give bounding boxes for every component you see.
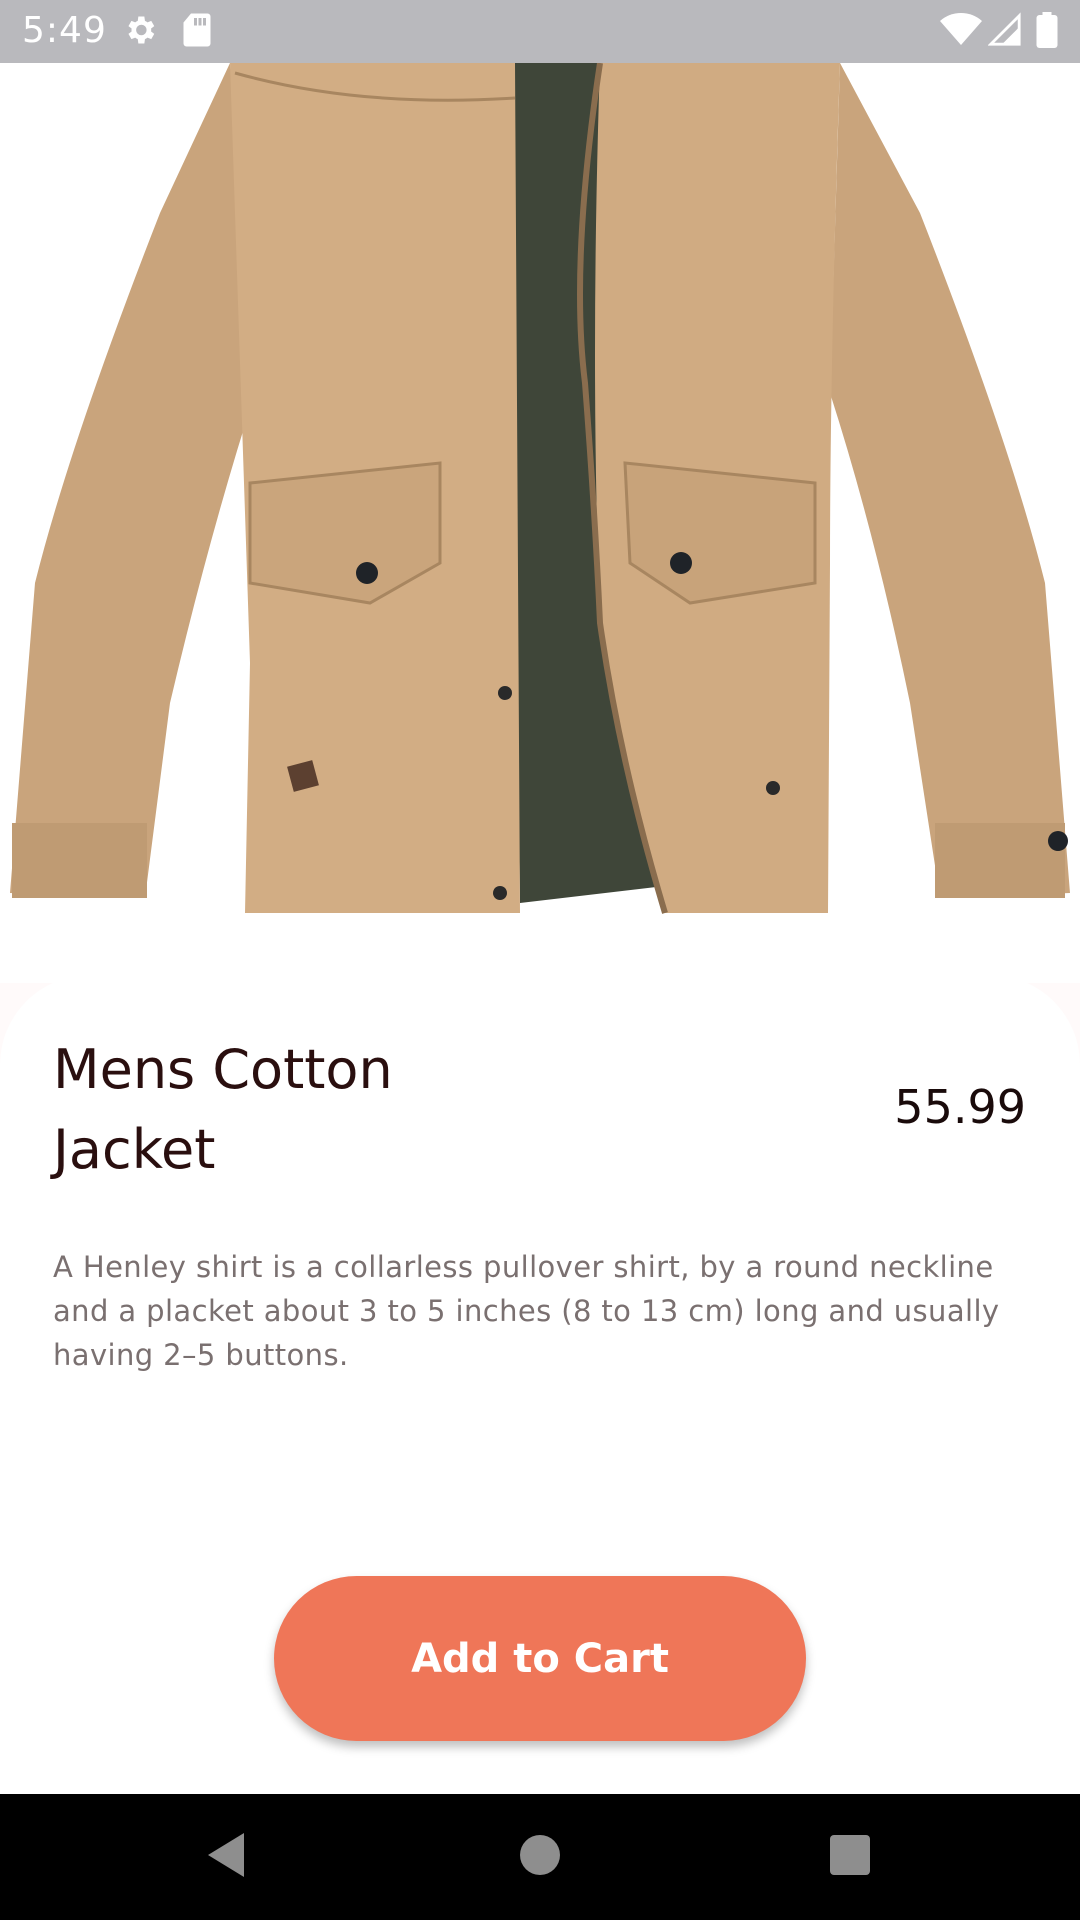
product-description: A Henley shirt is a collarless pullover …: [53, 1250, 1000, 1372]
jacket-illustration: [10, 63, 1070, 914]
settings-icon: [122, 12, 158, 53]
home-button[interactable]: [480, 1794, 600, 1920]
back-button[interactable]: [166, 1794, 286, 1920]
sd-card-icon: [182, 12, 212, 53]
status-bar: 5:49: [0, 0, 1080, 63]
product-image: [0, 63, 1080, 983]
battery-icon: [1036, 12, 1058, 53]
signal-icon: [987, 12, 1022, 53]
back-icon: [204, 1831, 248, 1884]
recents-icon: [830, 1834, 870, 1880]
system-nav-bar: [0, 1794, 1080, 1920]
status-time: 5:49: [22, 10, 107, 51]
add-to-cart-button[interactable]: Add to Cart: [274, 1576, 806, 1741]
recents-button[interactable]: [790, 1794, 910, 1920]
product-price: 55.99: [894, 1080, 1026, 1134]
home-icon: [520, 1834, 560, 1880]
product-detail-screen: 5:49 Mens Cotton Jacket 55.99 A Henley s…: [0, 0, 1080, 1920]
product-title: Mens Cotton Jacket: [53, 1038, 393, 1181]
wifi-icon: [940, 12, 982, 53]
